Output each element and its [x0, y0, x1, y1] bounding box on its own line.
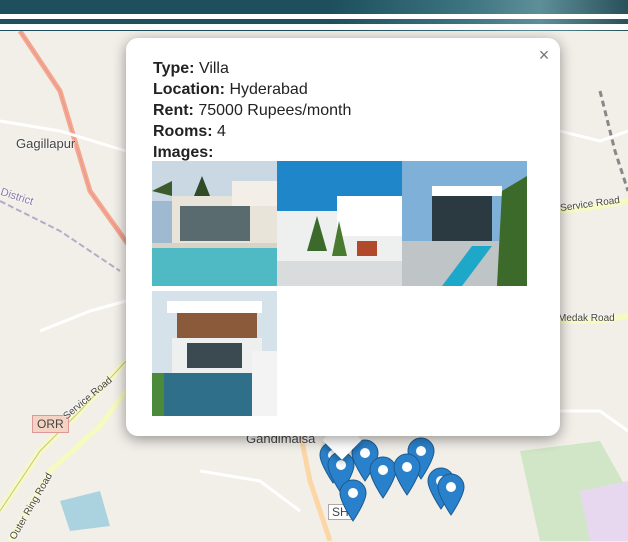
- detail-label: Images:: [153, 144, 214, 161]
- detail-label: Location:: [153, 81, 225, 98]
- map-marker-icon[interactable]: [338, 478, 368, 522]
- map-marker-icon[interactable]: [436, 472, 466, 516]
- close-icon[interactable]: ×: [533, 44, 555, 66]
- map-marker-icon[interactable]: [392, 452, 422, 496]
- detail-type: Type: Villa: [153, 58, 351, 79]
- detail-value: 4: [217, 123, 226, 140]
- villa-photo-2[interactable]: [277, 161, 402, 286]
- detail-label: Rent:: [153, 102, 194, 119]
- detail-label: Rooms:: [153, 123, 213, 140]
- detail-rooms: Rooms: 4: [153, 121, 351, 142]
- detail-value: Hyderabad: [229, 81, 308, 98]
- property-details: Type: Villa Location: Hyderabad Rent: 75…: [153, 58, 351, 163]
- images-heading: Images:: [153, 142, 351, 163]
- detail-label: Type:: [153, 60, 195, 77]
- villa-photo-4[interactable]: [152, 291, 277, 416]
- villa-photo-3[interactable]: [402, 161, 527, 286]
- detail-value: Villa: [198, 60, 229, 77]
- detail-value: 75000 Rupees/month: [198, 102, 352, 119]
- villa-photo-1[interactable]: [152, 161, 277, 286]
- detail-rent: Rent: 75000 Rupees/month: [153, 100, 351, 121]
- detail-location: Location: Hyderabad: [153, 79, 351, 100]
